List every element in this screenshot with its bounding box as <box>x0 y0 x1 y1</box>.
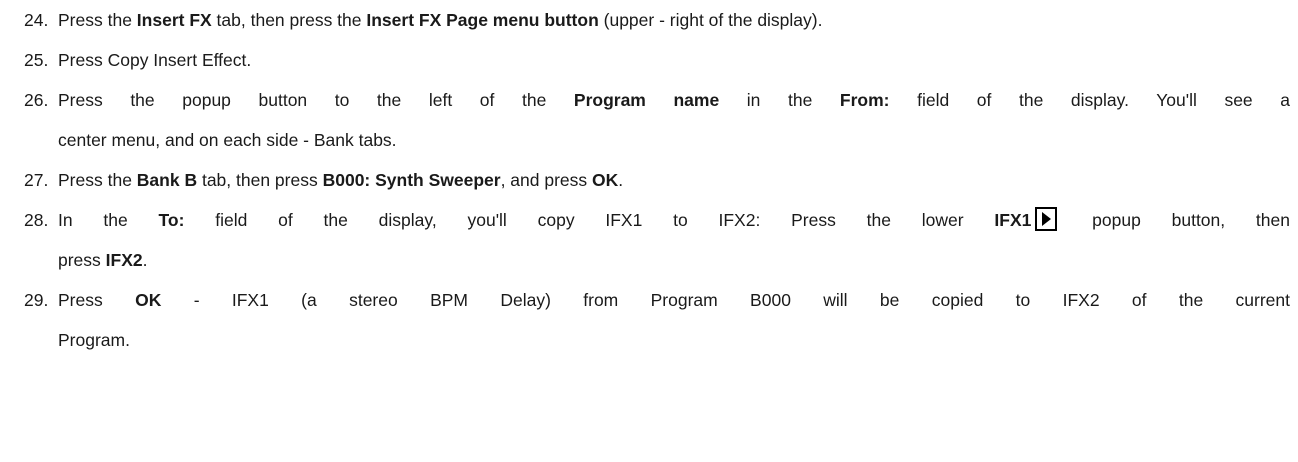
step-text: In the <box>58 210 159 230</box>
step-29: 29. Press OK - IFX1 (a stereo BPM Delay) … <box>24 280 1290 360</box>
step-text: in the <box>719 90 840 110</box>
step-29-line-2: Program. <box>24 320 1290 360</box>
step-text: popup button, then <box>1061 210 1290 230</box>
step-25: 25. Press Copy Insert Effect. <box>24 40 1290 80</box>
step-text: field of the display, you'll copy IFX1 t… <box>184 210 995 230</box>
step-keyword: IFX2 <box>105 250 143 270</box>
step-number: 25. <box>24 50 49 70</box>
step-keyword: Bank B <box>136 170 198 190</box>
step-text: Press <box>58 290 136 310</box>
step-keyword: IFX1 <box>994 210 1032 230</box>
step-text: , and press <box>500 170 593 190</box>
step-26: 26. Press the popup button to the left of… <box>24 80 1290 160</box>
step-text: . <box>618 170 624 190</box>
step-27-line-1: 27. Press the Bank B tab, then press B000… <box>24 160 1290 200</box>
step-text: tab, then press the <box>211 10 367 30</box>
step-text: . <box>142 250 148 270</box>
step-number: 29. <box>24 290 49 310</box>
step-keyword: Insert FX Page menu button <box>366 10 599 30</box>
step-28-line-1: 28. In the To: field of the display, you'… <box>24 200 1290 240</box>
step-26-line-1: 26. Press the popup button to the left of… <box>24 80 1290 120</box>
step-25-line-1: 25. Press Copy Insert Effect. <box>24 40 1290 80</box>
step-keyword: Program name <box>573 90 720 110</box>
step-text: press <box>58 250 106 270</box>
step-keyword: Insert FX <box>136 10 212 30</box>
step-text: (upper - right of the display). <box>598 10 823 30</box>
step-number: 28. <box>24 210 49 230</box>
step-26-line-2: center menu, and on each side - Bank tab… <box>24 120 1290 160</box>
step-29-line-1: 29. Press OK - IFX1 (a stereo BPM Delay) … <box>24 280 1290 320</box>
step-keyword: OK <box>135 290 162 310</box>
step-number: 27. <box>24 170 49 190</box>
step-keyword: From: <box>839 90 890 110</box>
instruction-steps: 24. Press the Insert FX tab, then press t… <box>24 0 1290 360</box>
step-text: Press the <box>58 10 137 30</box>
step-keyword: OK <box>592 170 619 190</box>
step-number: 24. <box>24 10 49 30</box>
step-text: Press the popup button to the left of th… <box>58 90 574 110</box>
step-text: Press Copy Insert Effect. <box>58 50 252 70</box>
step-keyword: B000: Synth Sweeper <box>322 170 501 190</box>
step-text: field of the display. You'll see a <box>889 90 1290 110</box>
step-text: Press the <box>58 170 137 190</box>
step-27: 27. Press the Bank B tab, then press B000… <box>24 160 1290 200</box>
step-24: 24. Press the Insert FX tab, then press t… <box>24 0 1290 40</box>
step-number: 26. <box>24 90 49 110</box>
step-text: tab, then press <box>197 170 323 190</box>
step-text: center menu, and on each side - Bank tab… <box>58 130 397 150</box>
popup-arrow-icon <box>1035 205 1058 231</box>
step-28: 28. In the To: field of the display, you'… <box>24 200 1290 280</box>
step-text: - IFX1 (a stereo BPM Delay) from Program… <box>161 290 1290 310</box>
step-24-line-1: 24. Press the Insert FX tab, then press t… <box>24 0 1290 40</box>
step-text: Program. <box>58 330 130 350</box>
step-keyword: To: <box>158 210 185 230</box>
step-28-line-2: press IFX2. <box>24 240 1290 280</box>
